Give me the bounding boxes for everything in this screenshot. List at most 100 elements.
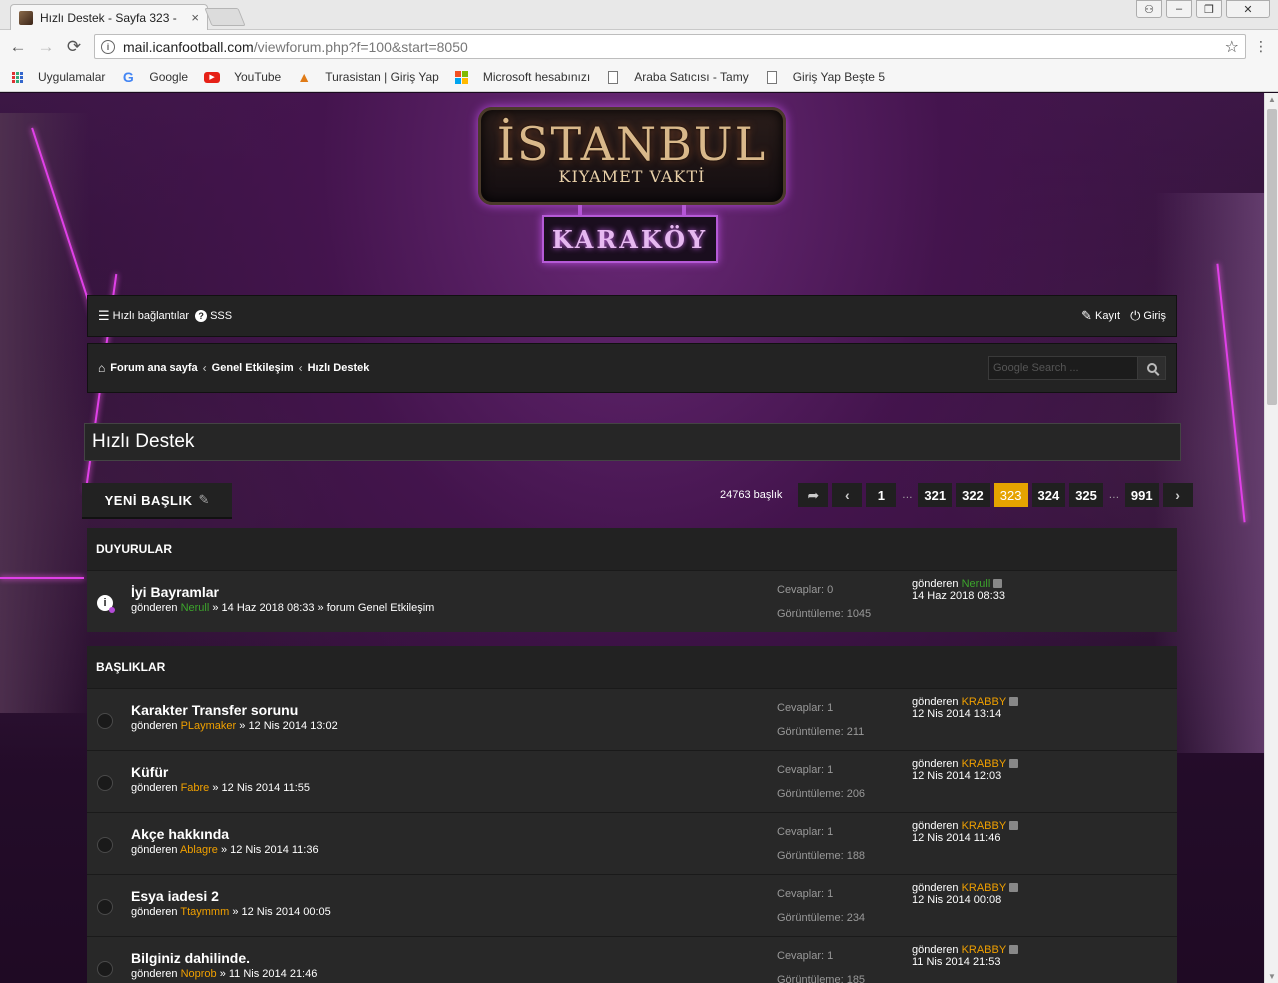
topic-author[interactable]: Ablagre — [180, 844, 218, 856]
back-button[interactable]: ← — [4, 37, 32, 57]
topic-author[interactable]: Noprob — [181, 968, 217, 980]
page-link[interactable]: 324 — [1031, 483, 1066, 507]
page-link[interactable]: 991 — [1124, 483, 1159, 507]
topic-title[interactable]: İyi Bayramlar — [131, 584, 219, 600]
tab-title: Hızlı Destek - Sayfa 323 - — [40, 10, 177, 25]
profile-button[interactable]: ⚇ — [1136, 0, 1162, 18]
breadcrumb-genel[interactable]: Genel Etkileşim — [212, 362, 294, 374]
close-window-button[interactable]: ✕ — [1226, 0, 1270, 18]
breadcrumb: ⌂ Forum ana sayfa ‹ Genel Etkileşim ‹ Hı… — [98, 361, 369, 375]
google-icon: G — [122, 69, 134, 85]
nav-bar: ☰ Hızlı bağlantılar ? SSS ✎ Kayıt ⏻ Giri… — [87, 295, 1177, 337]
reload-button[interactable]: ⟳ — [60, 37, 88, 57]
page-scrollbar[interactable]: ▲ ▼ — [1264, 93, 1278, 983]
goto-last-post-icon[interactable] — [1009, 821, 1019, 830]
bookmark-label: Google — [149, 70, 189, 84]
last-post-author[interactable]: KRABBY — [962, 758, 1007, 770]
logo-plate: KARAKÖY — [542, 215, 718, 263]
page-info-icon[interactable]: i — [101, 39, 115, 54]
last-posted-by: gönderen — [912, 882, 959, 894]
bookmark-youtube[interactable]: ▶ YouTube — [204, 70, 281, 84]
new-topic-button[interactable]: YENİ BAŞLIK ✎ — [82, 483, 232, 519]
posted-by: gönderen — [131, 906, 178, 918]
site-favicon-icon — [19, 10, 33, 25]
login-link[interactable]: ⏻ Giriş — [1130, 308, 1166, 324]
views-count: Görüntüleme: 206 — [777, 788, 866, 800]
bookmarks-bar: Uygulamalar G Google ▶ YouTube ▲ Turasis… — [0, 63, 1278, 92]
goto-last-post-icon[interactable] — [1009, 883, 1019, 892]
goto-last-post-icon[interactable] — [1009, 697, 1019, 706]
search-input[interactable] — [988, 356, 1138, 380]
last-post-author[interactable]: KRABBY — [962, 882, 1007, 894]
restore-button[interactable]: ❐ — [1196, 0, 1222, 18]
breadcrumb-current[interactable]: Hızlı Destek — [308, 362, 370, 374]
last-post-author[interactable]: Nerull — [962, 578, 991, 590]
topic-row[interactable]: i İyi Bayramlar gönderen Nerull » 14 Haz… — [87, 570, 1177, 632]
topic-author[interactable]: Nerull — [181, 602, 210, 614]
topic-author[interactable]: Ttaymmm — [180, 906, 229, 918]
topic-row[interactable]: Küfür gönderen Fabre » 12 Nis 2014 11:55… — [87, 750, 1177, 812]
document-icon — [606, 70, 620, 84]
minimize-button[interactable]: – — [1166, 0, 1192, 18]
register-link[interactable]: ✎ Kayıt — [1081, 308, 1120, 324]
search-button[interactable] — [1138, 356, 1166, 380]
scroll-thumb[interactable] — [1267, 109, 1277, 405]
next-page-icon[interactable]: › — [1162, 483, 1193, 507]
topic-title[interactable]: Küfür — [131, 764, 168, 780]
faq-link[interactable]: ? SSS — [195, 310, 232, 322]
replies-count: Cevaplar: 1 — [777, 702, 834, 714]
topic-row[interactable]: Karakter Transfer sorunu gönderen PLayma… — [87, 688, 1177, 750]
tab-strip: Hızlı Destek - Sayfa 323 - × ⚇ – ❐ ✕ — [0, 0, 1278, 30]
bookmark-turasistan[interactable]: ▲ Turasistan | Giriş Yap — [297, 69, 439, 85]
bookmark-araba[interactable]: Araba Satıcısı - Tamy — [606, 70, 749, 84]
bookmark-microsoft[interactable]: Microsoft hesabınızı — [455, 70, 590, 84]
topic-author[interactable]: Fabre — [181, 782, 210, 794]
browser-tab[interactable]: Hızlı Destek - Sayfa 323 - × — [10, 4, 208, 30]
topic-title[interactable]: Karakter Transfer sorunu — [131, 702, 298, 718]
views-count: Görüntüleme: 234 — [777, 912, 866, 924]
bookmark-label: YouTube — [234, 70, 282, 84]
page-link[interactable]: 1 — [866, 483, 897, 507]
quick-links-menu[interactable]: ☰ Hızlı bağlantılar — [98, 308, 189, 324]
topic-row[interactable]: Akçe hakkında gönderen Ablagre » 12 Nis … — [87, 812, 1177, 874]
bookmark-star-icon[interactable]: ☆ — [1225, 37, 1239, 57]
last-posted-by: gönderen — [912, 696, 959, 708]
jump-to-page-icon[interactable]: ➦ — [798, 483, 829, 507]
register-label: Kayıt — [1095, 310, 1121, 322]
topic-title[interactable]: Esya iadesi 2 — [131, 888, 219, 904]
views-count: Görüntüleme: 1045 — [777, 608, 872, 620]
goto-last-post-icon[interactable] — [1009, 945, 1019, 954]
topic-date: » 14 Haz 2018 08:33 » forum Genel Etkile… — [212, 602, 435, 614]
site-logo[interactable]: İSTANBUL KIYAMET VAKTİ KARAKÖY — [478, 107, 788, 263]
topic-title[interactable]: Bilginiz dahilinde. — [131, 950, 250, 966]
page-link[interactable]: 322 — [956, 483, 990, 507]
goto-last-post-icon[interactable] — [993, 579, 1003, 588]
bookmark-beste5[interactable]: Giriş Yap Beşte 5 — [765, 70, 885, 84]
page-title[interactable]: Hızlı Destek — [92, 431, 194, 453]
forward-button[interactable]: → — [32, 37, 60, 57]
scroll-up-icon[interactable]: ▲ — [1268, 95, 1276, 104]
prev-page-icon[interactable]: ‹ — [832, 483, 863, 507]
topic-title[interactable]: Akçe hakkında — [131, 826, 229, 842]
topic-row[interactable]: Bilginiz dahilinde. gönderen Noprob » 11… — [87, 936, 1177, 983]
new-tab-button[interactable] — [204, 8, 246, 26]
address-bar[interactable]: i mail.icanfootball.com /viewforum.php?f… — [94, 34, 1246, 59]
topic-date: » 12 Nis 2014 13:02 — [239, 720, 338, 732]
scroll-down-icon[interactable]: ▼ — [1268, 972, 1276, 981]
page-link[interactable]: 325 — [1069, 483, 1103, 507]
topic-read-icon — [97, 775, 113, 791]
youtube-icon: ▶ — [204, 71, 221, 83]
last-post: gönderen KRABBY 11 Nis 2014 21:53 — [912, 944, 1019, 968]
last-post-author[interactable]: KRABBY — [962, 820, 1007, 832]
topic-row[interactable]: Esya iadesi 2 gönderen Ttaymmm » 12 Nis … — [87, 874, 1177, 936]
last-post-author[interactable]: KRABBY — [962, 944, 1007, 956]
page-link[interactable]: 321 — [918, 483, 953, 507]
last-post-author[interactable]: KRABBY — [962, 696, 1007, 708]
topic-author[interactable]: PLaymaker — [181, 720, 237, 732]
browser-menu-icon[interactable]: ⋮ — [1254, 38, 1268, 55]
bookmark-google[interactable]: G Google — [121, 69, 189, 85]
bookmark-apps[interactable]: Uygulamalar — [10, 70, 105, 84]
breadcrumb-home[interactable]: Forum ana sayfa — [110, 362, 197, 374]
goto-last-post-icon[interactable] — [1009, 759, 1019, 768]
tab-close-icon[interactable]: × — [191, 10, 199, 25]
